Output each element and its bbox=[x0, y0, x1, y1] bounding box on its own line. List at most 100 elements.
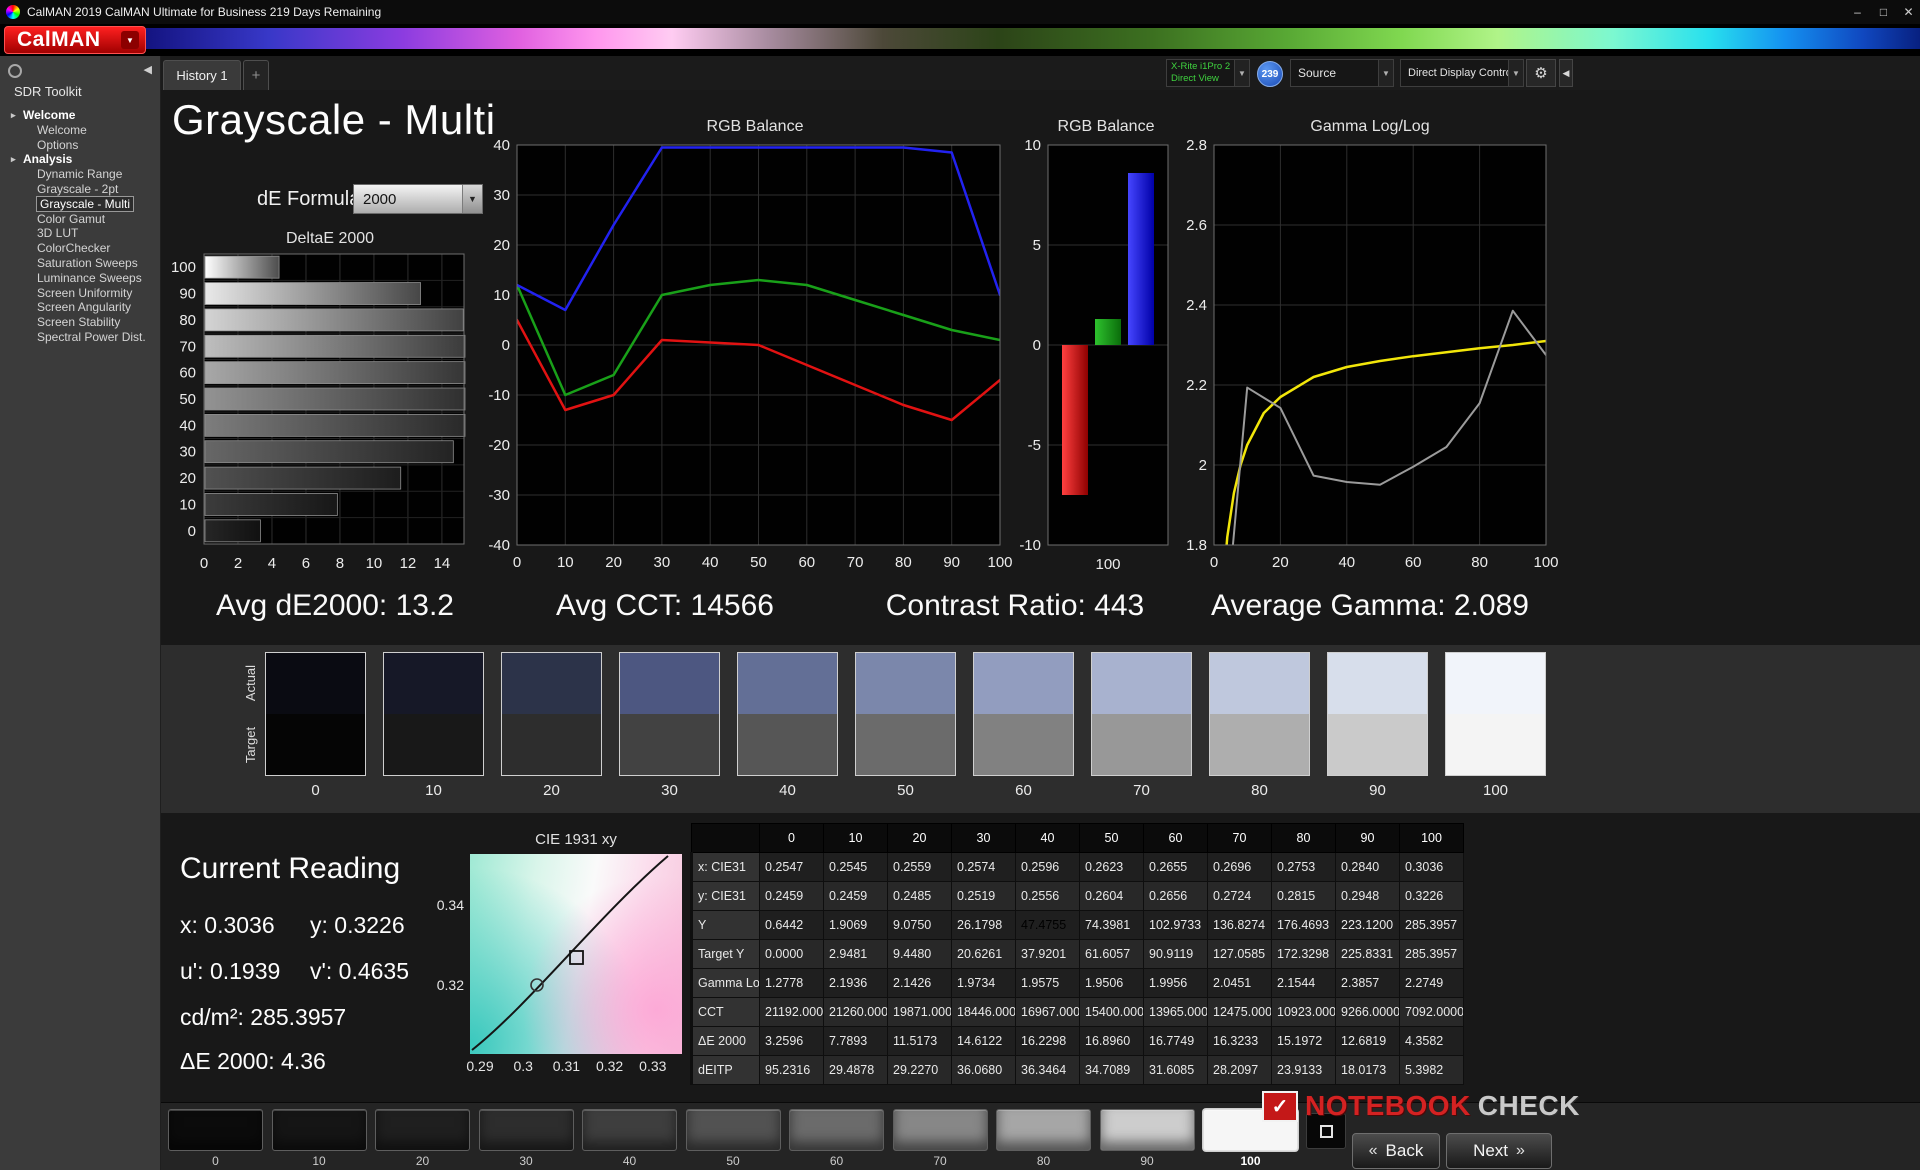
reading-count-badge[interactable]: 239 bbox=[1257, 61, 1283, 87]
table-cell[interactable]: 1.9575 bbox=[1015, 968, 1080, 998]
table-cell[interactable]: 2.3857 bbox=[1335, 968, 1400, 998]
add-tab-button[interactable]: + bbox=[243, 60, 269, 90]
table-cell[interactable]: 18.0173 bbox=[1335, 1055, 1400, 1085]
table-cell[interactable]: 0.2655 bbox=[1143, 852, 1208, 882]
sidebar-item-luminance-sweeps[interactable]: Luminance Sweeps bbox=[0, 271, 159, 286]
pattern-button-0[interactable] bbox=[168, 1109, 263, 1151]
sidebar-item-spectral-power-dist[interactable]: Spectral Power Dist. bbox=[0, 330, 159, 345]
table-cell[interactable]: 136.8274 bbox=[1207, 910, 1272, 940]
table-cell[interactable]: 95.2316 bbox=[759, 1055, 824, 1085]
table-cell[interactable]: 26.1798 bbox=[951, 910, 1016, 940]
meter-dropdown[interactable]: X-Rite i1Pro 2 Direct View ▼ bbox=[1166, 59, 1250, 87]
table-cell[interactable]: 5.3982 bbox=[1399, 1055, 1464, 1085]
pattern-button-30[interactable] bbox=[478, 1109, 574, 1151]
table-cell[interactable]: 4.3582 bbox=[1399, 1026, 1464, 1056]
table-cell[interactable]: 127.0585 bbox=[1207, 939, 1272, 969]
table-cell[interactable]: 0.3036 bbox=[1399, 852, 1464, 882]
table-cell[interactable]: 1.9506 bbox=[1079, 968, 1144, 998]
table-cell[interactable]: 0.2547 bbox=[759, 852, 824, 882]
table-cell[interactable]: 31.6085 bbox=[1143, 1055, 1208, 1085]
sidebar-item-dynamic-range[interactable]: Dynamic Range bbox=[0, 167, 159, 182]
table-cell[interactable]: 9.0750 bbox=[887, 910, 952, 940]
table-cell[interactable]: 3.2596 bbox=[759, 1026, 824, 1056]
table-cell[interactable]: 1.9734 bbox=[951, 968, 1016, 998]
tree-expand-icon[interactable]: ▸ bbox=[11, 152, 16, 167]
table-cell[interactable]: 16967.0000 bbox=[1015, 997, 1080, 1027]
logo-menu-chevron-icon[interactable]: ▼ bbox=[121, 31, 139, 49]
table-cell[interactable]: 0.2724 bbox=[1207, 881, 1272, 911]
table-cell[interactable]: 29.2270 bbox=[887, 1055, 952, 1085]
table-cell[interactable]: 47.4755 bbox=[1015, 910, 1080, 940]
table-cell[interactable]: 7092.0000 bbox=[1399, 997, 1464, 1027]
table-cell[interactable]: 0.2545 bbox=[823, 852, 888, 882]
table-cell[interactable]: 74.3981 bbox=[1079, 910, 1144, 940]
table-cell[interactable]: 0.6442 bbox=[759, 910, 824, 940]
table-cell[interactable]: 12475.0000 bbox=[1207, 997, 1272, 1027]
table-cell[interactable]: 21192.0000 bbox=[759, 997, 824, 1027]
table-cell[interactable]: 12.6819 bbox=[1335, 1026, 1400, 1056]
table-cell[interactable]: 36.3464 bbox=[1015, 1055, 1080, 1085]
sidebar-item-screen-angularity[interactable]: Screen Angularity bbox=[0, 300, 159, 315]
table-cell[interactable]: 36.0680 bbox=[951, 1055, 1016, 1085]
table-cell[interactable]: 0.2604 bbox=[1079, 881, 1144, 911]
maximize-button[interactable]: □ bbox=[1871, 0, 1896, 24]
sidebar-item-options[interactable]: Options bbox=[0, 138, 159, 153]
table-cell[interactable]: 19871.0000 bbox=[887, 997, 952, 1027]
sidebar-item-color-gamut[interactable]: Color Gamut bbox=[0, 212, 159, 227]
sidebar-item-screen-stability[interactable]: Screen Stability bbox=[0, 315, 159, 330]
table-cell[interactable]: 90.9119 bbox=[1143, 939, 1208, 969]
table-cell[interactable]: 285.3957 bbox=[1399, 910, 1464, 940]
right-panel-collapse-button[interactable]: ◀ bbox=[1559, 59, 1573, 87]
table-cell[interactable]: 16.3233 bbox=[1207, 1026, 1272, 1056]
table-cell[interactable]: 0.2696 bbox=[1207, 852, 1272, 882]
table-cell[interactable]: 11.5173 bbox=[887, 1026, 952, 1056]
table-cell[interactable]: 9266.0000 bbox=[1335, 997, 1400, 1027]
table-cell[interactable]: 0.2623 bbox=[1079, 852, 1144, 882]
table-cell[interactable]: 29.4878 bbox=[823, 1055, 888, 1085]
table-cell[interactable]: 0.2656 bbox=[1143, 881, 1208, 911]
pattern-button-40[interactable] bbox=[582, 1109, 677, 1151]
table-cell[interactable]: 0.2556 bbox=[1015, 881, 1080, 911]
table-cell[interactable]: 18446.0000 bbox=[951, 997, 1016, 1027]
table-cell[interactable]: 9.4480 bbox=[887, 939, 952, 969]
pattern-button-90[interactable] bbox=[1099, 1109, 1195, 1151]
pattern-button-80[interactable] bbox=[996, 1109, 1091, 1151]
table-cell[interactable]: 0.2815 bbox=[1271, 881, 1336, 911]
table-cell[interactable]: 16.7749 bbox=[1143, 1026, 1208, 1056]
table-cell[interactable]: 0.2485 bbox=[887, 881, 952, 911]
table-cell[interactable]: 2.1544 bbox=[1271, 968, 1336, 998]
table-cell[interactable]: 102.9733 bbox=[1143, 910, 1208, 940]
sidebar-section-analysis[interactable]: ▸ Analysis bbox=[0, 152, 159, 167]
display-control-dropdown[interactable]: Direct Display Control ▼ bbox=[1400, 59, 1524, 87]
table-cell[interactable]: 225.8331 bbox=[1335, 939, 1400, 969]
table-cell[interactable]: 14.6122 bbox=[951, 1026, 1016, 1056]
table-cell[interactable]: 20.6261 bbox=[951, 939, 1016, 969]
sidebar-item-grayscale-multi[interactable]: Grayscale - Multi bbox=[0, 195, 159, 212]
sidebar-item-3d-lut[interactable]: 3D LUT bbox=[0, 226, 159, 241]
sidebar-item-grayscale-2pt[interactable]: Grayscale - 2pt bbox=[0, 182, 159, 197]
table-cell[interactable]: 0.2519 bbox=[951, 881, 1016, 911]
close-button[interactable]: ✕ bbox=[1896, 0, 1920, 24]
table-cell[interactable]: 223.1200 bbox=[1335, 910, 1400, 940]
table-cell[interactable]: 1.9956 bbox=[1143, 968, 1208, 998]
sidebar-section-welcome[interactable]: ▸ Welcome bbox=[0, 108, 159, 123]
table-cell[interactable]: 0.2596 bbox=[1015, 852, 1080, 882]
minimize-button[interactable]: – bbox=[1845, 0, 1870, 24]
pattern-button-50[interactable] bbox=[685, 1109, 781, 1151]
table-cell[interactable]: 16.8960 bbox=[1079, 1026, 1144, 1056]
table-cell[interactable]: 176.4693 bbox=[1271, 910, 1336, 940]
settings-button[interactable]: ⚙ bbox=[1526, 59, 1556, 87]
table-cell[interactable]: 2.1426 bbox=[887, 968, 952, 998]
sidebar-item-screen-uniformity[interactable]: Screen Uniformity bbox=[0, 286, 159, 301]
table-cell[interactable]: 61.6057 bbox=[1079, 939, 1144, 969]
next-button[interactable]: Next » bbox=[1446, 1133, 1552, 1169]
table-cell[interactable]: 2.0451 bbox=[1207, 968, 1272, 998]
pattern-button-60[interactable] bbox=[789, 1109, 884, 1151]
table-cell[interactable]: 285.3957 bbox=[1399, 939, 1464, 969]
pattern-button-20[interactable] bbox=[375, 1109, 470, 1151]
table-cell[interactable]: 7.7893 bbox=[823, 1026, 888, 1056]
sidebar-item-saturation-sweeps[interactable]: Saturation Sweeps bbox=[0, 256, 159, 271]
table-cell[interactable]: 2.1936 bbox=[823, 968, 888, 998]
table-cell[interactable]: 0.0000 bbox=[759, 939, 824, 969]
table-cell[interactable]: 34.7089 bbox=[1079, 1055, 1144, 1085]
